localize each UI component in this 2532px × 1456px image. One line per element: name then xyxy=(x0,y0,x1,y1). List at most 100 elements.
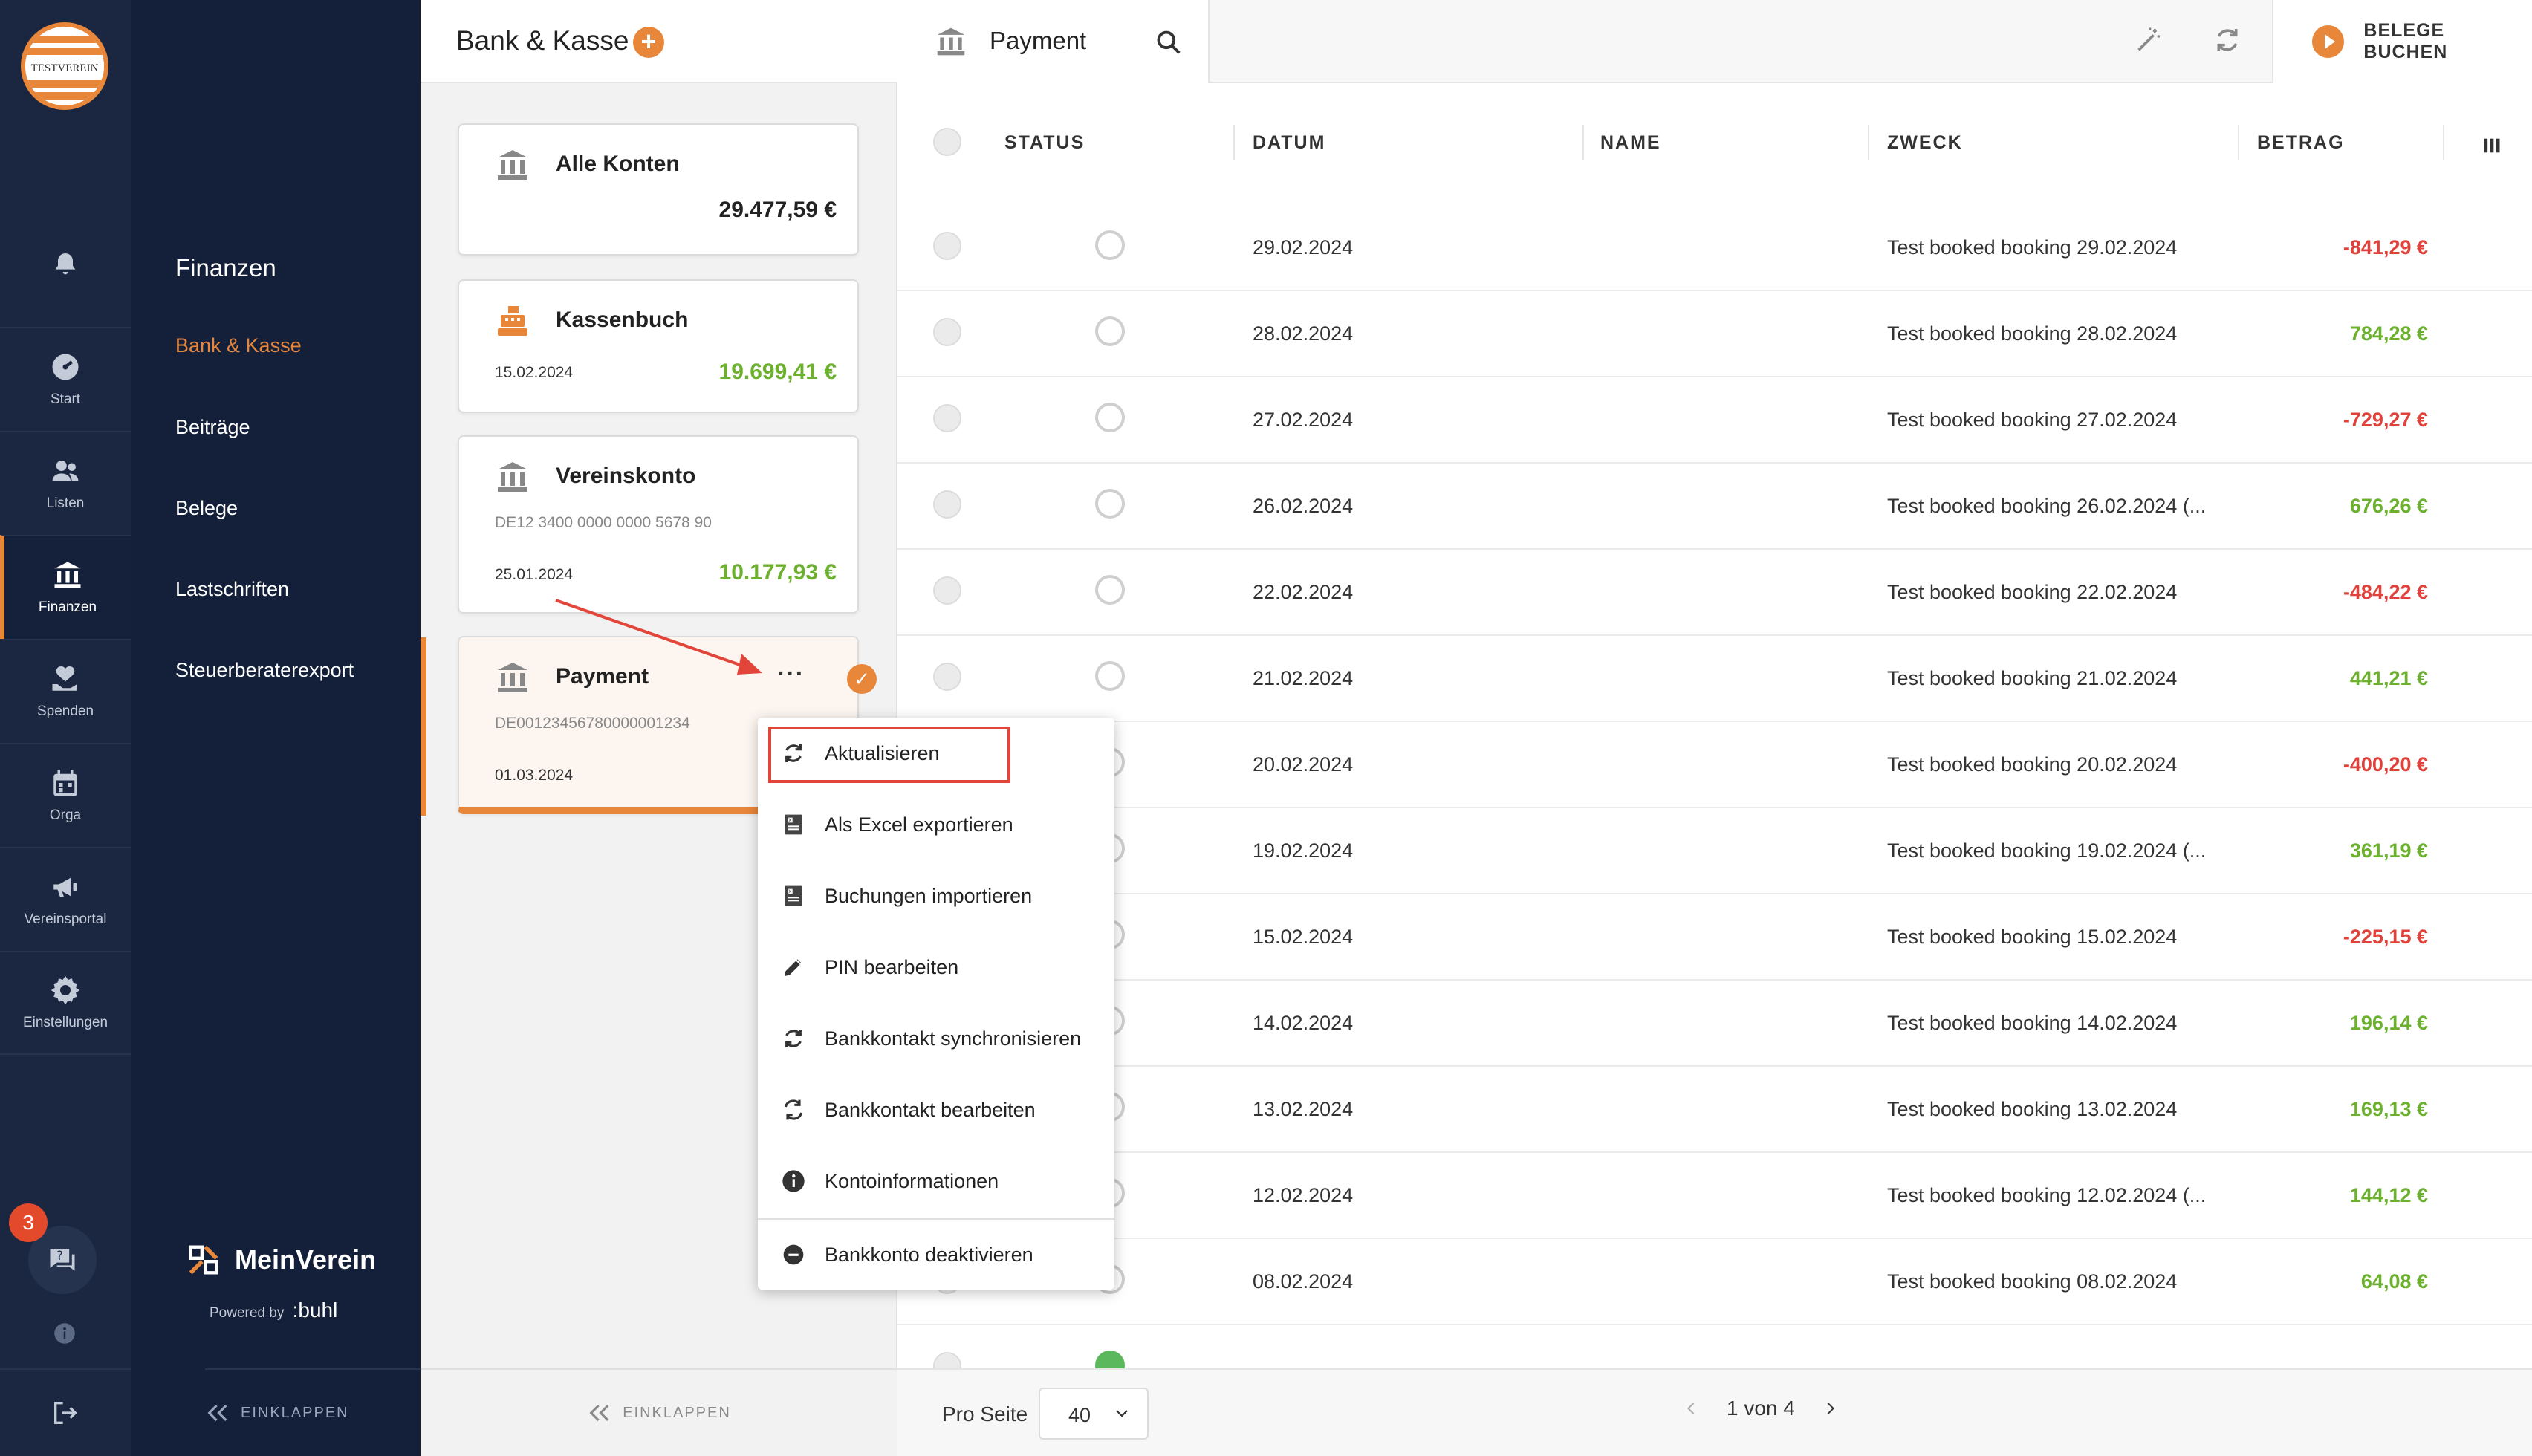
table-row[interactable]: 26.02.2024 Test booked booking 26.02.2024… xyxy=(897,464,2532,550)
column-divider[interactable] xyxy=(1868,125,1869,160)
table-row[interactable]: 08.02.2024 Test booked booking 08.02.2024… xyxy=(897,1239,2532,1325)
row-select-radio[interactable] xyxy=(933,663,961,691)
bank-icon xyxy=(54,562,81,588)
per-page-select[interactable]: 40 xyxy=(1039,1388,1149,1440)
logout-icon xyxy=(54,1402,77,1424)
column-header-datum[interactable]: DATUM xyxy=(1253,132,1325,154)
cell-datum: 13.02.2024 xyxy=(1253,1098,1354,1120)
select-all-radio[interactable] xyxy=(933,128,961,156)
row-select-radio[interactable] xyxy=(933,490,961,519)
bell-icon[interactable] xyxy=(51,250,80,283)
cell-betrag: -729,27 € xyxy=(2343,409,2428,431)
cell-betrag: 361,19 € xyxy=(2349,839,2428,862)
refresh-icon[interactable] xyxy=(2213,25,2242,55)
table-row[interactable] xyxy=(897,1325,2532,1368)
menu-item-bankkontakt-bearbeiten[interactable]: Bankkontakt bearbeiten xyxy=(758,1074,1114,1145)
subnav-item-bank-kasse[interactable]: Bank & Kasse xyxy=(175,334,302,357)
selected-indicator xyxy=(421,637,426,816)
search-icon[interactable] xyxy=(1155,28,1183,56)
row-select-radio[interactable] xyxy=(933,318,961,346)
table-row[interactable]: 22.02.2024 Test booked booking 22.02.2024… xyxy=(897,550,2532,636)
row-select-radio[interactable] xyxy=(933,404,961,432)
columns-icon[interactable] xyxy=(2481,135,2502,156)
info-icon[interactable] xyxy=(53,1322,76,1348)
chevron-right-icon[interactable] xyxy=(1822,1400,1838,1417)
cell-datum: 08.02.2024 xyxy=(1253,1270,1354,1293)
column-header-zweck[interactable]: ZWECK xyxy=(1887,132,1963,154)
subnav-item-lastschriften[interactable]: Lastschriften xyxy=(175,578,289,601)
magic-wand-icon[interactable] xyxy=(2134,25,2163,55)
table-row[interactable]: 19.02.2024 Test booked booking 19.02.2024… xyxy=(897,808,2532,894)
cell-betrag: 196,14 € xyxy=(2349,1012,2428,1034)
table-row[interactable]: 13.02.2024 Test booked booking 13.02.2024… xyxy=(897,1067,2532,1153)
rail-item-listen[interactable]: Listen xyxy=(0,431,131,535)
table-row[interactable]: 28.02.2024 Test booked booking 28.02.2024… xyxy=(897,291,2532,377)
column-header-name[interactable]: NAME xyxy=(1600,132,1661,154)
users-icon xyxy=(52,461,79,481)
rail-item-orga[interactable]: Orga xyxy=(0,743,131,847)
rail-item-finanzen[interactable]: Finanzen xyxy=(0,535,131,639)
account-date: 15.02.2024 xyxy=(495,364,574,381)
status-indicator[interactable] xyxy=(1095,489,1125,519)
rail-item-einstellungen[interactable]: Einstellungen xyxy=(0,951,131,1055)
cell-betrag: 676,26 € xyxy=(2349,495,2428,517)
double-chevron-left-icon xyxy=(589,1404,609,1422)
table-row[interactable]: 27.02.2024 Test booked booking 27.02.2024… xyxy=(897,377,2532,464)
cell-betrag: 784,28 € xyxy=(2349,322,2428,345)
status-indicator[interactable] xyxy=(1095,230,1125,260)
subnav-item-beitraege[interactable]: Beiträge xyxy=(175,416,250,439)
column-divider[interactable] xyxy=(2238,125,2239,160)
cell-zweck: Test booked booking 27.02.2024 xyxy=(1887,409,2178,431)
rail-item-spenden[interactable]: Spenden xyxy=(0,639,131,743)
menu-item-excel-export[interactable]: X Als Excel exportieren xyxy=(758,789,1114,860)
account-card-kassenbuch[interactable]: Kassenbuch 15.02.2024 19.699,41 € xyxy=(458,279,859,413)
cell-datum: 22.02.2024 xyxy=(1253,581,1354,603)
chevron-left-icon[interactable] xyxy=(1684,1400,1700,1417)
account-balance: 19.699,41 € xyxy=(718,360,837,384)
table-row[interactable]: 20.02.2024 Test booked booking 20.02.2024… xyxy=(897,722,2532,808)
club-logo-text: TESTVEREIN xyxy=(25,61,104,76)
table-row[interactable]: 12.02.2024 Test booked booking 12.02.2024… xyxy=(897,1153,2532,1239)
accounts-collapse-button[interactable]: EINKLAPPEN xyxy=(421,1368,897,1456)
rail-item-start[interactable]: Start xyxy=(0,327,131,431)
logout-button[interactable] xyxy=(0,1368,131,1456)
column-header-status[interactable]: STATUS xyxy=(1004,132,1085,154)
menu-item-pin-bearbeiten[interactable]: PIN bearbeiten xyxy=(758,932,1114,1003)
table-row[interactable]: 29.02.2024 Test booked booking 29.02.2024… xyxy=(897,205,2532,291)
more-options-icon[interactable]: ··· xyxy=(777,660,805,689)
brand-name: MeinVerein xyxy=(235,1244,377,1275)
menu-item-deaktivieren[interactable]: Bankkonto deaktivieren xyxy=(758,1218,1114,1290)
account-context-menu: Aktualisieren X Als Excel exportieren X … xyxy=(758,718,1114,1290)
menu-item-sync[interactable]: Bankkontakt synchronisieren xyxy=(758,1003,1114,1074)
column-divider[interactable] xyxy=(1233,125,1235,160)
rail-item-vereinsportal[interactable]: Vereinsportal xyxy=(0,847,131,951)
menu-item-import[interactable]: X Buchungen importieren xyxy=(758,860,1114,932)
row-select-radio[interactable] xyxy=(933,232,961,260)
row-select-radio[interactable] xyxy=(933,576,961,605)
table-row[interactable]: 15.02.2024 Test booked booking 15.02.2024… xyxy=(897,894,2532,981)
cell-datum: 29.02.2024 xyxy=(1253,236,1354,259)
status-indicator[interactable] xyxy=(1095,575,1125,605)
book-receipts-button[interactable]: BELEGE BUCHEN xyxy=(2272,0,2532,83)
column-divider[interactable] xyxy=(1582,125,1584,160)
status-indicator[interactable] xyxy=(1095,661,1125,691)
row-select-radio[interactable] xyxy=(933,1352,961,1368)
status-indicator[interactable] xyxy=(1095,316,1125,346)
bank-icon xyxy=(498,462,528,492)
subnav-collapse-button[interactable]: EINKLAPPEN xyxy=(205,1368,421,1456)
table-row[interactable]: 14.02.2024 Test booked booking 14.02.2024… xyxy=(897,981,2532,1067)
status-indicator[interactable] xyxy=(1095,403,1125,432)
add-account-button[interactable]: + xyxy=(633,27,664,58)
club-logo[interactable]: TESTVEREIN xyxy=(21,22,108,110)
cell-datum: 12.02.2024 xyxy=(1253,1184,1354,1206)
account-card-alle-konten[interactable]: Alle Konten 29.477,59 € xyxy=(458,123,859,256)
subnav-item-steuerberaterexport[interactable]: Steuerberaterexport xyxy=(175,659,354,682)
status-indicator[interactable] xyxy=(1095,1351,1125,1368)
column-header-betrag[interactable]: BETRAG xyxy=(2257,132,2345,154)
menu-item-kontoinformationen[interactable]: Kontoinformationen xyxy=(758,1145,1114,1217)
column-divider[interactable] xyxy=(2443,125,2444,160)
account-card-vereinskonto[interactable]: Vereinskonto DE12 3400 0000 0000 5678 90… xyxy=(458,435,859,614)
menu-item-label: Als Excel exportieren xyxy=(825,813,1013,836)
table-row[interactable]: 21.02.2024 Test booked booking 21.02.2024… xyxy=(897,636,2532,722)
subnav-item-belege[interactable]: Belege xyxy=(175,497,238,520)
